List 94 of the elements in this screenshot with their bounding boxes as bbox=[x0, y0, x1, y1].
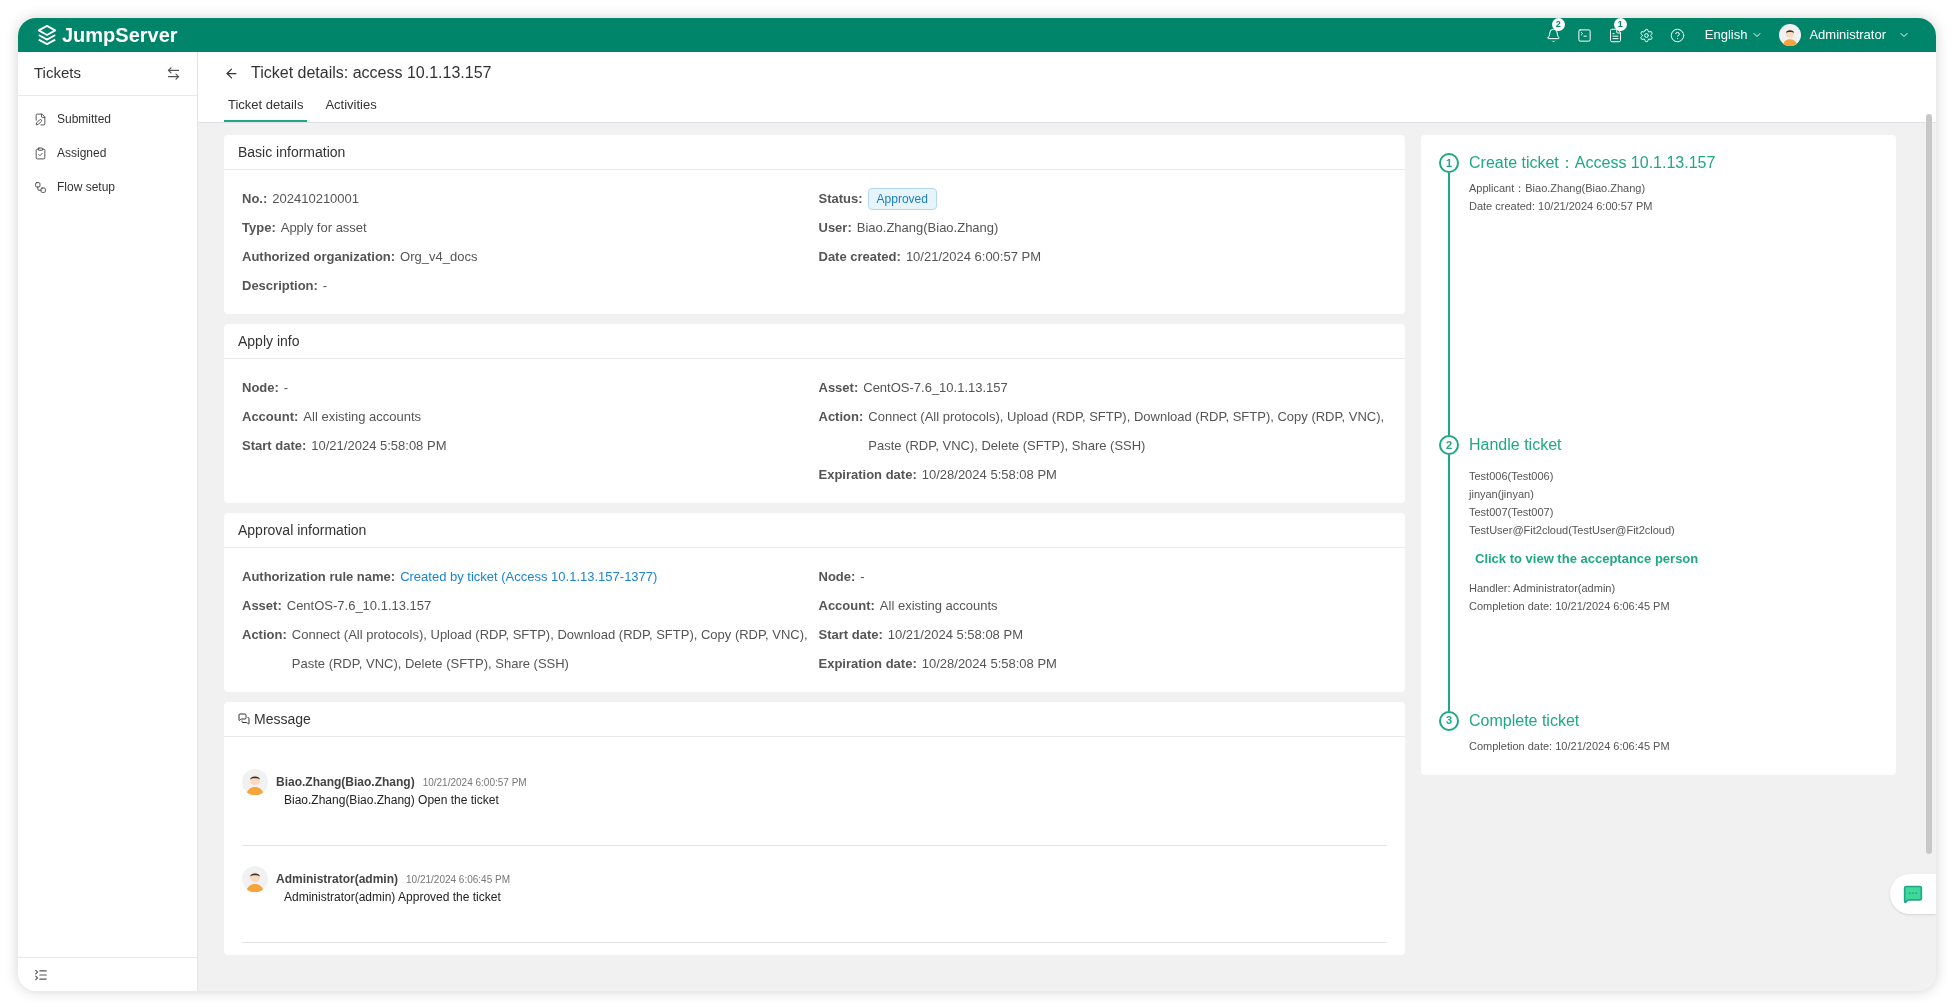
settings-icon[interactable] bbox=[1638, 27, 1654, 43]
step-title: Create ticket：Access 10.1.13.157 bbox=[1469, 153, 1716, 173]
field-value: 10/21/2024 5:58:08 PM bbox=[310, 437, 447, 455]
avatar-icon bbox=[242, 866, 268, 892]
help-icon[interactable] bbox=[1669, 27, 1685, 43]
step-detail: jinyan(jinyan) bbox=[1469, 487, 1535, 502]
field-value: - bbox=[859, 568, 865, 586]
tab[interactable]: Ticket details bbox=[224, 90, 308, 122]
step-detail: Completion date: 10/21/2024 6:06:45 PM bbox=[1469, 738, 1670, 754]
field-value: All existing accounts bbox=[878, 597, 998, 615]
sidebar-item[interactable]: Submitted bbox=[18, 102, 197, 136]
field-label: Asset: bbox=[242, 597, 282, 615]
field-label: Status: bbox=[818, 190, 863, 208]
field-value: All existing accounts bbox=[302, 408, 422, 426]
field-value: - bbox=[321, 277, 328, 295]
field-value: 10/21/2024 6:00:57 PM bbox=[904, 248, 1042, 266]
field-label: Expiration date: bbox=[818, 466, 917, 484]
field-label: Action: bbox=[818, 408, 864, 426]
sidebar-title: Tickets bbox=[34, 63, 81, 84]
step-detail: Date created: 10/21/2024 6:00:57 PM bbox=[1469, 199, 1654, 214]
field-label: Authorized organization: bbox=[242, 248, 396, 266]
field-value: Connect (All protocols), Upload (RDP, SFTP), Download (RDP, SFTP), Copy (RDP, VNC), Paste (RDP, VNC), Delete (SFTP), Share (SSH) bbox=[290, 626, 809, 673]
sidebar-item[interactable]: Assigned bbox=[18, 136, 197, 170]
field-label: Date created: bbox=[818, 248, 901, 266]
terminal-icon[interactable] bbox=[1576, 27, 1592, 43]
step-detail: Completion date: 10/21/2024 6:06:45 PM bbox=[1469, 598, 1671, 614]
field-label: Authorization rule name: bbox=[242, 568, 396, 586]
bell-icon[interactable] bbox=[1545, 27, 1561, 43]
flow-icon bbox=[34, 180, 47, 194]
document-icon[interactable] bbox=[1607, 27, 1623, 43]
card-title: Basic information bbox=[238, 142, 346, 162]
field-label: Start date: bbox=[818, 626, 883, 644]
field-value: 10/28/2024 5:58:08 PM bbox=[920, 466, 1057, 484]
collapse-icon[interactable] bbox=[34, 967, 48, 982]
card-title: Message bbox=[254, 709, 311, 729]
chat-bubble-icon bbox=[1903, 884, 1923, 904]
message-text: Administrator(admin) Approved the ticket bbox=[284, 889, 502, 906]
step-detail: Test006(Test006) bbox=[1469, 469, 1555, 484]
step-number: 1 bbox=[1439, 153, 1459, 173]
step-detail: TestUser@Fit2cloud(TestUser@Fit2cloud) bbox=[1469, 523, 1676, 538]
field-label: User: bbox=[818, 219, 852, 237]
user-menu[interactable]: Administrator bbox=[1779, 24, 1910, 46]
field-value: Apply for asset bbox=[279, 219, 367, 237]
field-value: Org_v4_docs bbox=[399, 248, 478, 266]
field-value: Biao.Zhang(Biao.Zhang) bbox=[855, 219, 999, 237]
field-label: Account: bbox=[242, 408, 299, 426]
step-title: Handle ticket bbox=[1469, 435, 1563, 455]
field-label: Action: bbox=[242, 626, 287, 644]
sidebar-item[interactable]: Flow setup bbox=[18, 170, 197, 204]
step-number: 2 bbox=[1439, 435, 1459, 455]
field-value: - bbox=[282, 379, 289, 397]
avatar-icon bbox=[1779, 24, 1802, 46]
message-author: Administrator(admin) bbox=[276, 871, 398, 888]
field-value: CentOS-7.6_10.1.13.157 bbox=[285, 597, 432, 615]
message-time: 10/21/2024 6:00:57 PM bbox=[422, 775, 527, 790]
switch-icon[interactable] bbox=[166, 66, 181, 81]
message-author: Biao.Zhang(Biao.Zhang) bbox=[276, 774, 415, 791]
logo-icon bbox=[36, 24, 58, 46]
logo-text: JumpServer bbox=[62, 23, 178, 48]
status-badge: Approved bbox=[867, 188, 937, 210]
step-number: 3 bbox=[1439, 710, 1459, 731]
field-value: Connect (All protocols), Upload (RDP, SFTP), Download (RDP, SFTP), Copy (RDP, VNC), Paste (RDP, VNC), Delete (SFTP), Share (SSH) bbox=[867, 408, 1386, 455]
field-label: Account: bbox=[818, 597, 875, 615]
avatar-icon bbox=[242, 769, 268, 795]
step-detail: Handler: Administrator(admin) bbox=[1469, 580, 1617, 596]
message-time: 10/21/2024 6:06:45 PM bbox=[406, 872, 510, 887]
field-label: Start date: bbox=[242, 437, 307, 455]
field-value: 10/21/2024 5:58:08 PM bbox=[886, 626, 1023, 644]
field-label: No.: bbox=[242, 190, 268, 208]
count-badge: 1 bbox=[1613, 18, 1627, 31]
field-value: 202410210001 bbox=[271, 190, 360, 208]
card-title: Approval information bbox=[238, 520, 367, 540]
message-text: Biao.Zhang(Biao.Zhang) Open the ticket bbox=[284, 792, 500, 809]
count-badge: 2 bbox=[1551, 18, 1565, 31]
edit-document-icon bbox=[34, 112, 47, 126]
field-value: CentOS-7.6_10.1.13.157 bbox=[862, 379, 1008, 397]
step-detail: Test007(Test007) bbox=[1469, 505, 1555, 520]
field-label: Type: bbox=[242, 219, 276, 237]
step-title: Complete ticket bbox=[1469, 710, 1581, 731]
field-label: Description: bbox=[242, 277, 318, 295]
checklist-icon bbox=[34, 146, 47, 160]
rule-link[interactable]: Created by ticket (Access 10.1.13.157-1377) bbox=[400, 562, 658, 591]
chat-icon bbox=[238, 713, 250, 725]
field-label: Asset: bbox=[818, 379, 859, 397]
field-label: Node: bbox=[818, 568, 856, 586]
field-label: Node: bbox=[242, 379, 279, 397]
chat-button[interactable] bbox=[1890, 874, 1936, 914]
field-label: Expiration date: bbox=[818, 655, 917, 673]
field-value: 10/28/2024 5:58:08 PM bbox=[920, 655, 1057, 673]
card-title: Apply info bbox=[238, 331, 300, 351]
step-detail: Applicant：Biao.Zhang(Biao.Zhang) bbox=[1469, 181, 1647, 196]
language-dropdown[interactable]: English bbox=[1704, 25, 1764, 45]
page-title: Ticket details: access 10.1.13.157 bbox=[251, 63, 492, 83]
tab[interactable]: Activities bbox=[321, 90, 381, 122]
